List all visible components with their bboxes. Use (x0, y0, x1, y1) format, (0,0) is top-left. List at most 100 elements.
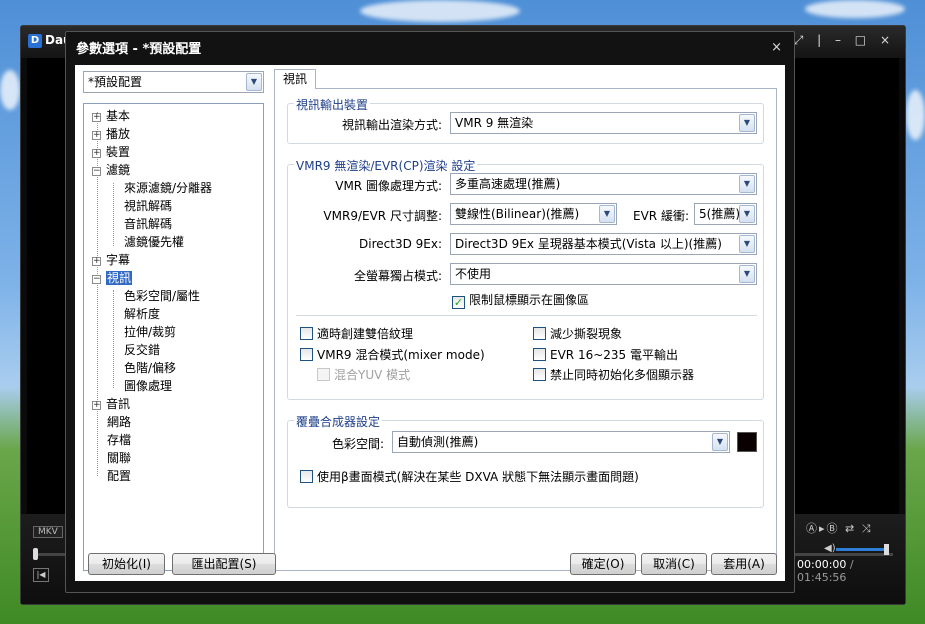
tree-item-image-processing[interactable]: 圖像處理 (124, 378, 172, 394)
checkbox-icon[interactable] (533, 327, 546, 340)
vmr9-settings-group: VMR9 無渲染/EVR(CP)渲染 設定 VMR 圖像處理方式: 多重高速處理… (287, 157, 764, 400)
chevron-down-icon[interactable]: ▼ (739, 265, 755, 283)
evr-buffer-select[interactable]: 5(推薦) ▼ (694, 203, 757, 225)
tree-item-device[interactable]: + 裝置 (92, 144, 130, 160)
fullscreen-label: 全螢幕獨占模式: (353, 269, 442, 283)
renderer-select-value: VMR 9 無渲染 (455, 116, 534, 130)
checkbox-icon[interactable] (300, 327, 313, 340)
apply-button[interactable]: 套用(A) (711, 553, 777, 575)
time-total: 01:45:56 (797, 571, 847, 584)
evr-buffer-select-value: 5(推薦) (699, 207, 740, 221)
tree-item-deinterlace[interactable]: 反交錯 (124, 342, 160, 358)
prev-icon[interactable]: |◀ (33, 568, 49, 582)
init-button[interactable]: 初始化(I) (88, 553, 165, 575)
evr-range-checkbox[interactable]: EVR 16~235 電平輸出 (533, 348, 678, 362)
expand-icon[interactable]: + (92, 149, 101, 158)
tree-item-stretch-crop[interactable]: 拉伸/裁剪 (124, 324, 176, 340)
tree-item-association[interactable]: 關聯 (107, 450, 131, 466)
chevron-down-icon[interactable]: ▼ (739, 175, 755, 193)
processing-select[interactable]: 多重高速處理(推薦) ▼ (450, 173, 757, 195)
resize-label: VMR9/EVR 尺寸調整: (323, 209, 442, 223)
volume-icon[interactable]: ◀) (824, 543, 836, 554)
expand-icon[interactable]: + (92, 401, 101, 410)
tree-guide-line (113, 290, 114, 388)
chevron-down-icon[interactable]: ▼ (739, 114, 755, 132)
chevron-down-icon[interactable]: ▼ (712, 433, 728, 451)
checkbox-checked-icon[interactable]: ✓ (452, 296, 465, 309)
resize-select-value: 雙線性(Bilinear)(推薦) (455, 207, 580, 221)
tree-item-video[interactable]: − 視訊 (92, 270, 133, 286)
expand-icon[interactable]: + (92, 257, 101, 266)
tree-item-filters[interactable]: − 濾鏡 (92, 162, 130, 178)
mix-yuv-checkbox: 混合YUV 模式 (317, 368, 410, 382)
double-texture-checkbox[interactable]: 適時創建雙倍紋理 (300, 327, 413, 341)
tree-item-levels[interactable]: 色階/偏移 (124, 360, 176, 376)
chevron-down-icon[interactable]: ▼ (246, 73, 262, 91)
volume-handle[interactable] (884, 544, 889, 555)
fullscreen-select[interactable]: 不使用 ▼ (450, 263, 757, 285)
processing-label: VMR 圖像處理方式: (335, 179, 442, 193)
tree-item-subtitles[interactable]: + 字幕 (92, 252, 130, 268)
window-controls[interactable]: ⤢ | – □ × (794, 33, 895, 48)
tree-item-basic[interactable]: + 基本 (92, 108, 130, 124)
dialog-client: *預設配置 ▼ + 基本 + 播放 + 裝置 − 濾鏡 來源濾鏡/分離器 視訊解碼 音訊… (75, 65, 785, 581)
chevron-down-icon[interactable]: ▼ (599, 205, 615, 223)
output-device-group: 視訊輸出裝置 視訊輸出渲染方式: VMR 9 無渲染 ▼ (287, 96, 764, 144)
colorspace-select-value: 自動偵測(推薦) (397, 435, 479, 449)
checkbox-icon[interactable] (300, 348, 313, 361)
sky-cloud (906, 90, 925, 140)
tree-item-resolution[interactable]: 解析度 (124, 306, 160, 322)
expand-icon[interactable]: + (92, 131, 101, 140)
group-title: 覆疊合成器設定 (294, 413, 383, 430)
tree-item-audio-decoder[interactable]: 音訊解碼 (124, 216, 172, 232)
colorspace-select[interactable]: 自動偵測(推薦) ▼ (392, 431, 730, 453)
colorspace-label: 色彩空間: (331, 437, 384, 451)
reduce-tearing-checkbox[interactable]: 減少撕裂現象 (533, 327, 622, 341)
checkbox-icon[interactable] (300, 470, 313, 483)
export-config-button[interactable]: 匯出配置(S) (172, 553, 276, 575)
collapse-icon[interactable]: − (92, 167, 101, 176)
tree-item-save[interactable]: 存檔 (107, 432, 131, 448)
preferences-dialog: 參數選項 - *預設配置 × *預設配置 ▼ + 基本 + 播放 + 裝置 − 濾鏡 來… (65, 31, 795, 593)
resize-select[interactable]: 雙線性(Bilinear)(推薦) ▼ (450, 203, 617, 225)
checkbox-icon[interactable] (533, 348, 546, 361)
chevron-down-icon[interactable]: ▼ (739, 235, 755, 253)
chevron-down-icon[interactable]: ▼ (739, 205, 755, 223)
profile-select-value: *預設配置 (88, 75, 143, 89)
mixer-mode-checkbox[interactable]: VMR9 混合模式(mixer mode) (300, 348, 485, 362)
no-multi-display-checkbox[interactable]: 禁止同時初始化多個顯示器 (533, 368, 694, 382)
sky-cloud (0, 70, 20, 110)
renderer-select[interactable]: VMR 9 無渲染 ▼ (450, 112, 757, 134)
format-badge: MKV (33, 526, 63, 538)
tree-item-audio[interactable]: + 音訊 (92, 396, 130, 412)
ok-button[interactable]: 確定(O) (570, 553, 636, 575)
ab-repeat-icon[interactable]: Ⓐ▸Ⓑ ⇄ ⤨ (806, 520, 873, 536)
tree-item-source-filter[interactable]: 來源濾鏡/分離器 (124, 180, 212, 196)
close-icon[interactable]: × (771, 40, 782, 55)
beta-mode-checkbox[interactable]: 使用β畫面模式(解決在某些 DXVA 狀態下無法顯示畫面問題) (300, 470, 639, 484)
cancel-button[interactable]: 取消(C) (641, 553, 707, 575)
limit-mouse-checkbox[interactable]: ✓ 限制鼠標顯示在圖像區 (452, 293, 589, 309)
tab-video[interactable]: 視訊 (274, 69, 316, 89)
tree-item-playback[interactable]: + 播放 (92, 126, 130, 142)
tree-item-colorspace[interactable]: 色彩空間/屬性 (124, 288, 200, 304)
expand-icon[interactable]: + (92, 113, 101, 122)
volume-slider[interactable] (836, 548, 886, 551)
tree-item-network[interactable]: 網路 (107, 414, 131, 430)
processing-select-value: 多重高速處理(推薦) (455, 177, 561, 191)
time-current: 00:00:00 (797, 558, 847, 571)
checkbox-icon[interactable] (533, 368, 546, 381)
tree-item-filter-priority[interactable]: 濾鏡優先權 (124, 234, 184, 250)
d3d-select-value: Direct3D 9Ex 呈現器基本模式(Vista 以上)(推薦) (455, 237, 722, 251)
d3d-label: Direct3D 9Ex: (359, 237, 442, 251)
color-swatch-button[interactable] (737, 432, 757, 452)
tree-item-config[interactable]: 配置 (107, 468, 131, 484)
profile-select[interactable]: *預設配置 ▼ (83, 71, 264, 93)
fullscreen-select-value: 不使用 (455, 267, 492, 281)
settings-tree[interactable]: + 基本 + 播放 + 裝置 − 濾鏡 來源濾鏡/分離器 視訊解碼 音訊解碼 濾鏡優先權… (83, 103, 264, 571)
collapse-icon[interactable]: − (92, 275, 101, 284)
divider (296, 315, 757, 316)
d3d-select[interactable]: Direct3D 9Ex 呈現器基本模式(Vista 以上)(推薦) ▼ (450, 233, 757, 255)
seek-handle[interactable] (33, 548, 38, 560)
tree-item-video-decoder[interactable]: 視訊解碼 (124, 198, 172, 214)
